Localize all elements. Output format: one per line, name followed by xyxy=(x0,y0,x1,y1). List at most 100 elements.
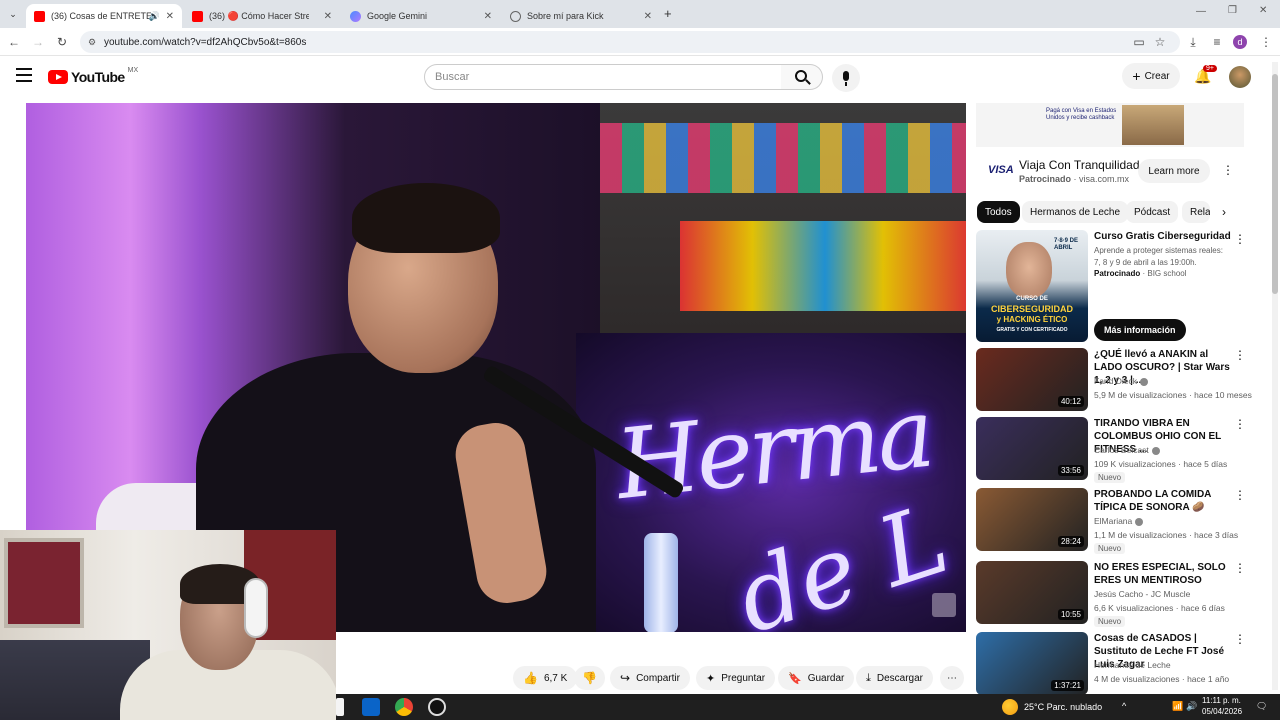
more-options-icon[interactable]: ⋮ xyxy=(1234,488,1246,502)
channel-name[interactable]: Jesús Cacho - JC Muscle xyxy=(1094,589,1190,599)
kebab-menu-icon[interactable]: ⋮ xyxy=(1258,34,1274,50)
promo-sponsor-line: Patrocinado · BIG school xyxy=(1094,269,1187,278)
tab-kick[interactable]: Sobre mí para Kick ✕ xyxy=(502,4,660,28)
tab-gemini[interactable]: Google Gemini ✕ xyxy=(342,4,500,28)
youtube-logo[interactable]: YouTube MX xyxy=(48,67,138,85)
more-options-icon[interactable]: ⋮ xyxy=(1234,632,1246,646)
video-thumbnail[interactable]: 10:55 xyxy=(976,561,1088,624)
window-close-button[interactable]: ✕ xyxy=(1259,5,1267,16)
video-thumbnail[interactable]: 1:37:21 xyxy=(976,632,1088,695)
more-actions-button[interactable]: ⋯ xyxy=(940,666,964,690)
restore-button[interactable]: ❐ xyxy=(1228,5,1237,16)
tab-search-icon[interactable]: ⌄ xyxy=(6,7,20,21)
share-button[interactable]: ↪ Compartir xyxy=(610,666,690,690)
more-options-icon[interactable]: ⋮ xyxy=(1234,417,1246,431)
close-icon[interactable]: ✕ xyxy=(644,11,652,22)
file-icon[interactable] xyxy=(336,698,344,716)
chip-hermanos-de-leche[interactable]: Hermanos de Leche xyxy=(1022,201,1129,223)
video-thumbnail[interactable]: 40:12 xyxy=(976,348,1088,411)
close-icon[interactable]: ✕ xyxy=(166,11,174,22)
download-label: Descargar xyxy=(876,672,924,684)
channel-name[interactable]: Hermanos de Leche xyxy=(1094,660,1171,670)
recommendation-item[interactable]: 1:37:21 Cosas de CASADOS | Sustituto de L… xyxy=(976,632,1266,698)
save-button[interactable]: 🔖 Guardar xyxy=(778,666,855,690)
recommendation-item[interactable]: 33:56 TIRANDO VIBRA EN COLOMBUS OHIO CON … xyxy=(976,417,1266,483)
channel-name-row[interactable]: Farid Dieck xyxy=(1094,376,1148,386)
new-badge: Nuevo xyxy=(1094,472,1126,483)
page-scrollbar[interactable] xyxy=(1272,62,1278,690)
bookmark-star-icon[interactable]: ☆ xyxy=(1152,34,1168,50)
promo-cta-button[interactable]: Más información xyxy=(1094,319,1186,341)
video-title[interactable]: NO ERES ESPECIAL, SOLO ERES UN MENTIROSO xyxy=(1094,561,1234,587)
voice-search-button[interactable] xyxy=(832,64,860,92)
minimize-button[interactable]: — xyxy=(1196,6,1206,17)
download-button[interactable]: ⤓ Descargar xyxy=(856,666,934,690)
channel-name-row[interactable]: ElMariana xyxy=(1094,516,1144,526)
search-button[interactable] xyxy=(781,64,823,90)
ad-banner-image[interactable]: Pagá con Visa en Estados Unidos y recibe… xyxy=(976,103,1244,147)
volume-icon[interactable]: 🔊 xyxy=(1186,701,1197,712)
reading-list-icon[interactable]: ≡ xyxy=(1209,34,1225,50)
promo-thumbnail[interactable]: 7·8·9 DE ABRIL CURSO DE CIBERSEGURIDAD y… xyxy=(976,230,1088,342)
obs-icon[interactable] xyxy=(428,698,446,716)
like-button[interactable]: 👍 6,7 K xyxy=(513,666,578,690)
chips-next-chevron-icon[interactable]: › xyxy=(1222,205,1226,219)
chip-podcast[interactable]: Pódcast xyxy=(1126,201,1179,223)
close-icon[interactable]: ✕ xyxy=(324,11,332,22)
tab-youtube-streams[interactable]: (36) 🔴 Cómo Hacer Streams e ✕ xyxy=(184,4,340,28)
chrome-icon[interactable] xyxy=(395,698,413,716)
tab-youtube-active[interactable]: (36) Cosas de ENTRETENIM 🔊 ✕ xyxy=(26,4,182,28)
video-thumbnail[interactable]: 33:56 xyxy=(976,417,1088,480)
chip-todos[interactable]: Todos xyxy=(977,201,1020,223)
browser-toolbar: ← → ↻ ⚙ youtube.com/watch?v=df2AhQCbv5o&… xyxy=(0,28,1280,56)
channel-name[interactable]: Farid Dieck xyxy=(1094,376,1137,386)
clock-time[interactable]: 11:11 p. m. xyxy=(1202,696,1241,705)
scrollbar-thumb[interactable] xyxy=(1272,74,1278,294)
channel-name-row[interactable]: Jesús Cacho - JC Muscle xyxy=(1094,589,1190,599)
ad-more-icon[interactable]: ⋮ xyxy=(1222,163,1234,177)
tray-chevron-icon[interactable]: ^ xyxy=(1122,701,1126,711)
audio-icon[interactable]: 🔊 xyxy=(149,11,160,22)
account-avatar[interactable] xyxy=(1229,66,1251,88)
hamburger-menu-icon[interactable] xyxy=(16,68,32,82)
more-options-icon[interactable]: ⋮ xyxy=(1234,561,1246,575)
channel-name[interactable]: ElMariana xyxy=(1094,516,1132,526)
forward-icon[interactable]: → xyxy=(30,34,46,50)
channel-name-row[interactable]: Hermanos de Leche xyxy=(1094,660,1171,670)
notifications-center-icon[interactable]: 🗨 xyxy=(1256,701,1267,712)
ad-title[interactable]: Viaja Con Tranquilidad xyxy=(1019,158,1140,172)
verified-check-icon xyxy=(1151,446,1160,455)
learn-more-button[interactable]: Learn more xyxy=(1138,159,1210,183)
channel-watermark-icon[interactable] xyxy=(932,593,956,617)
site-info-icon[interactable]: ⚙ xyxy=(88,37,96,48)
video-thumbnail[interactable]: 28:24 xyxy=(976,488,1088,551)
channel-name-row[interactable]: Carlos Belcast xyxy=(1094,445,1160,455)
chip-related[interactable]: Rela xyxy=(1182,201,1210,223)
download-icon[interactable]: ⤓ xyxy=(1185,34,1201,50)
close-icon[interactable]: ✕ xyxy=(484,11,492,22)
recommendation-item[interactable]: 40:12 ¿QUÉ llevó a ANAKIN al LADO OSCURO?… xyxy=(976,348,1266,414)
outlook-icon[interactable] xyxy=(362,698,380,716)
recommendation-item[interactable]: 10:55 NO ERES ESPECIAL, SOLO ERES UN MENT… xyxy=(976,561,1266,627)
reload-icon[interactable]: ↻ xyxy=(54,34,70,50)
clock-date[interactable]: 05/04/2026 xyxy=(1202,707,1242,716)
network-icon[interactable]: 📶 xyxy=(1172,701,1183,712)
create-button[interactable]: + Crear xyxy=(1122,63,1180,89)
address-bar[interactable]: ⚙ youtube.com/watch?v=df2AhQCbv5o&t=860s xyxy=(80,31,1180,53)
more-horizontal-icon: ⋯ xyxy=(947,672,957,684)
weather-text[interactable]: 25°C Parc. nublado xyxy=(1024,702,1102,712)
dislike-button[interactable]: 👎 xyxy=(574,666,605,690)
back-icon[interactable]: ← xyxy=(6,34,22,50)
profile-avatar[interactable]: d xyxy=(1233,35,1247,49)
promo-title[interactable]: Curso Gratis Ciberseguridad xyxy=(1094,231,1231,242)
cast-icon[interactable]: ▭ xyxy=(1131,34,1147,50)
new-tab-button[interactable]: + xyxy=(664,6,672,21)
video-title[interactable]: PROBANDO LA COMIDA TÍPICA DE SONORA 🥔 xyxy=(1094,488,1234,514)
search-input[interactable]: Buscar xyxy=(424,64,782,90)
recommendation-item[interactable]: 28:24 PROBANDO LA COMIDA TÍPICA DE SONORA… xyxy=(976,488,1266,554)
weather-icon[interactable] xyxy=(1002,699,1018,715)
ask-button[interactable]: ✦ Preguntar xyxy=(696,666,776,690)
channel-name[interactable]: Carlos Belcast xyxy=(1094,445,1149,455)
promo-more-icon[interactable]: ⋮ xyxy=(1234,232,1246,246)
more-options-icon[interactable]: ⋮ xyxy=(1234,348,1246,362)
